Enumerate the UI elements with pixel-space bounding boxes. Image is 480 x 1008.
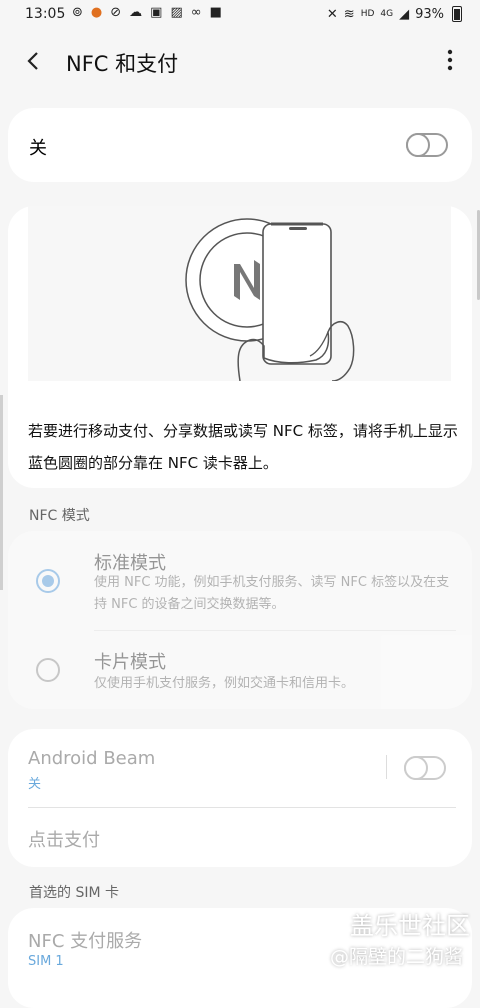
battery-percent: 93% <box>415 6 444 22</box>
divider <box>28 807 456 808</box>
card-mode-title: 卡片模式 <box>94 652 166 673</box>
tap-and-pay-item[interactable]: 点击支付 <box>28 826 100 852</box>
nfc-instruction-text: 若要进行移动支付、分享数据或读写 NFC 标签，请将手机上显示蓝色圆圈的部分靠在… <box>28 422 458 472</box>
signal-label: 4G <box>380 9 394 19</box>
system-icons: ✕ ≋ HD 4G ◢ 93% <box>327 6 462 22</box>
nfc-payment-service-value: SIM 1 <box>28 954 64 969</box>
sync-icon: ⊘ <box>110 5 122 20</box>
back-arrow-icon <box>27 52 38 70</box>
android-beam-title: Android Beam <box>28 748 156 769</box>
nfc-mode-card: 标准模式 使用 NFC 功能，例如手机支付服务、读写 NFC 标签以及在支持 N… <box>8 531 472 709</box>
status-time: 13:05 <box>25 6 66 22</box>
toggle-knob <box>404 756 428 780</box>
app-bar: NFC 和支付 <box>0 30 480 92</box>
divider <box>94 630 456 631</box>
video-icon: ■ <box>209 5 222 20</box>
wifi-icon: ≋ <box>343 6 355 22</box>
android-beam-toggle[interactable] <box>404 756 446 780</box>
beam-and-pay-card: Android Beam 关 点击支付 <box>8 729 472 867</box>
back-button[interactable] <box>18 45 50 77</box>
nfc-illustration <box>28 206 451 382</box>
hd-label: HD <box>360 9 375 19</box>
nfc-master-switch-row[interactable]: 关 <box>8 108 472 182</box>
cloud-icon: ☁ <box>129 5 143 20</box>
watermark-user: @隔壁的二狗酱 <box>330 946 464 968</box>
card-mode-desc: 仅使用手机支付服务，例如交通卡和信用卡。 <box>94 676 355 691</box>
link-icon: ∞ <box>190 5 202 20</box>
watermark-logo: 盖乐世社区 <box>350 912 470 940</box>
standard-mode-radio[interactable] <box>36 569 60 593</box>
master-switch-label: 关 <box>29 138 47 159</box>
toggle-knob <box>406 133 430 157</box>
notification-icons: ⊚ ● ⊘ ☁ ▣ ▨ ∞ ■ <box>72 5 222 20</box>
mute-icon: ✕ <box>326 6 338 22</box>
battery-icon <box>452 6 462 22</box>
status-bar: 13:05 ⊚ ● ⊘ ☁ ▣ ▨ ∞ ■ ✕ ≋ HD 4G ◢ 93% <box>0 0 480 30</box>
more-options-button[interactable] <box>446 48 454 72</box>
notification-badge-icon: ● <box>90 5 103 20</box>
standard-mode-desc: 使用 NFC 功能，例如手机支付服务、读写 NFC 标签以及在支持 NFC 的设… <box>94 575 450 612</box>
divider <box>386 755 387 779</box>
nfc-payment-service-title: NFC 支付服务 <box>28 931 143 952</box>
nfc-mode-header: NFC 模式 <box>29 508 90 524</box>
android-beam-status: 关 <box>28 777 42 792</box>
phone-nfc-illustration-icon <box>185 218 355 382</box>
preferred-sim-header: 首选的 SIM 卡 <box>29 885 119 901</box>
page-title: NFC 和支付 <box>66 52 179 76</box>
signal-icon: ◢ <box>399 6 410 22</box>
gallery-icon: ▨ <box>170 5 183 20</box>
nfc-toggle[interactable] <box>406 133 448 157</box>
card-mode-radio[interactable] <box>36 658 60 682</box>
more-vert-icon <box>447 49 453 71</box>
edge-indicator <box>0 395 3 590</box>
nfc-illustration-card: 若要进行移动支付、分享数据或读写 NFC 标签，请将手机上显示蓝色圆圈的部分靠在… <box>8 206 472 488</box>
lock-icon: ▣ <box>150 5 163 20</box>
weibo-icon: ⊚ <box>72 5 83 20</box>
